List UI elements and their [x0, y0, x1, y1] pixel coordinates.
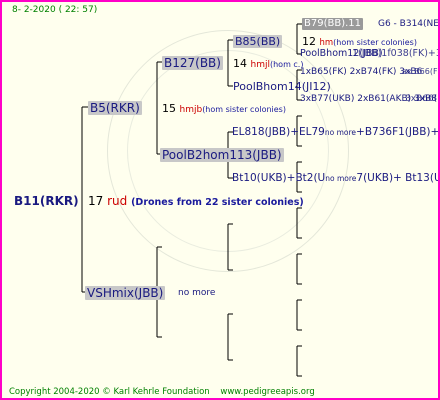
root-drone-note: (Drones from 22 sister colonies)	[131, 197, 304, 208]
mother-no-more: no more	[178, 288, 216, 298]
root-queen-name[interactable]: B11(RKR)	[14, 195, 79, 207]
father-mating-note: (hom sister colonies)	[202, 105, 286, 114]
gen4-ffff-extra: G6 - B314(NE)	[378, 19, 440, 29]
pedigree-frame: 8- 2-2020 ( 22: 57) B11(RKR) 17 rud (Dro…	[0, 0, 440, 400]
print-date: 8- 2-2020 ( 22: 57)	[12, 5, 98, 15]
root-breeder-number: 17	[88, 194, 104, 208]
footer-url[interactable]: www.pedigreeapis.org	[220, 387, 314, 397]
father-queen-name[interactable]: B5(RKR)	[88, 101, 142, 115]
ggf-mating-note: (hom sister colonies)	[333, 38, 417, 47]
fm-mother-no-more: no more	[325, 174, 357, 183]
grandfather-mating-note: (hom c.)	[269, 60, 304, 69]
fm-mother-name[interactable]: Bt10(UKB)+Bt2(U	[232, 172, 325, 184]
gen4-ffmf-overlap: ax B66(FK)	[402, 67, 438, 76]
ggf-breeder-code: hm	[319, 38, 334, 48]
father-mating-info: 15 hmjb(hom sister colonies)	[162, 103, 286, 115]
gen4-fffm-overlap: 1(JBB)1f038(FK)+3	[352, 48, 440, 59]
father-breeder-code: hmjb	[179, 105, 203, 115]
grandfather-queen-name[interactable]: B127(BB)	[162, 56, 223, 70]
ggm-queen-name[interactable]: PoolBhom14(JI12)	[233, 81, 331, 92]
root-mating-info: 17 rud (Drones from 22 sister colonies)	[88, 195, 304, 208]
footer-line: Copyright 2004-2020 © Karl Kehrle Founda…	[9, 388, 315, 397]
fm-father-line: EL818(JBB)+EL79no more+B736F1(JBB)+B71	[232, 126, 440, 138]
grandmother-queen-name[interactable]: PoolB2hom113(JBB)	[160, 148, 284, 162]
mother-queen-name[interactable]: VSHmix(JBB)	[85, 286, 166, 300]
ggf-mating-info: 12 hm(hom sister colonies)	[302, 36, 417, 48]
footer-copyright: Copyright 2004-2020 © Karl Kehrle Founda…	[9, 387, 210, 397]
grandfather-mating-info: 14 hmjl(hom c.)	[233, 58, 303, 70]
ggf-breeder-number: 12	[302, 35, 316, 48]
father-breeder-number: 15	[162, 102, 176, 115]
root-breeder-code: rud	[107, 194, 128, 208]
fm-father-no-more: no more	[324, 128, 357, 137]
gen4-ffmm-overlap: 3xB66(F	[405, 94, 440, 104]
gen4-ffff-name[interactable]: B79(BB).11	[302, 18, 364, 30]
fm-father-rest: +B736F1(JBB)+B71	[356, 126, 440, 138]
grandfather-breeder-code: hmjl	[250, 60, 270, 70]
ggf-queen-name[interactable]: B85(BB)	[233, 35, 283, 48]
fm-father-name[interactable]: EL818(JBB)+EL79	[232, 126, 325, 138]
grandfather-breeder-number: 14	[233, 57, 247, 70]
fm-mother-line: Bt10(UKB)+Bt2(Uno more7(UKB)+ Bt13(UKE	[232, 172, 438, 184]
fm-mother-rest: 7(UKB)+ Bt13(UKE	[356, 172, 438, 184]
